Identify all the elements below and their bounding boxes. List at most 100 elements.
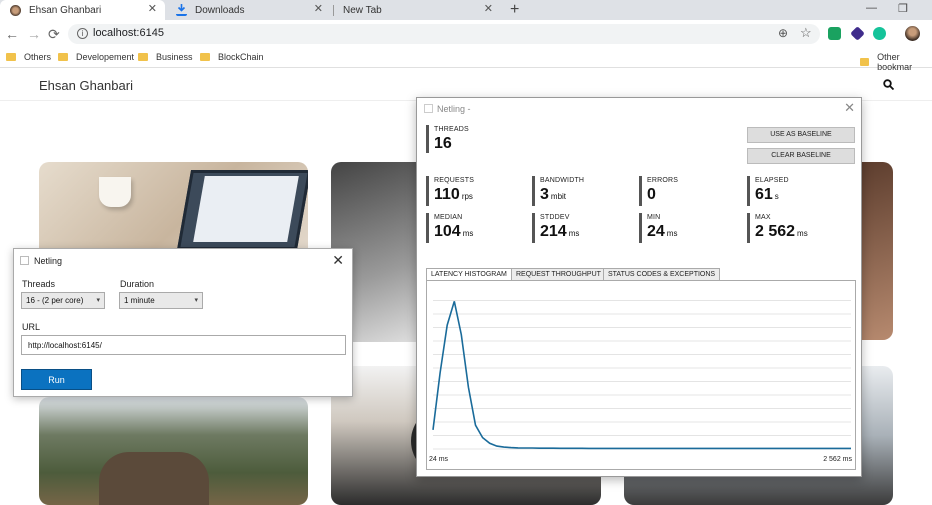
folder-icon <box>138 53 148 61</box>
forward-arrow-icon[interactable]: → <box>27 26 41 42</box>
stat-unit: ms <box>568 229 580 238</box>
stat-value: 0 <box>647 186 656 203</box>
search-icon[interactable] <box>883 79 895 93</box>
laptop-screen-shape <box>193 176 299 242</box>
cup-shape <box>99 177 131 207</box>
bookmark-business[interactable]: Business <box>138 52 193 62</box>
tab-new-tab[interactable]: New Tab ✕ <box>333 0 501 20</box>
bookmark-others[interactable]: Others <box>6 52 51 62</box>
stat-label: BANDWIDTH <box>540 177 585 184</box>
stat-label: MEDIAN <box>434 214 463 221</box>
stat-unit: ms <box>666 229 678 238</box>
stat-stddev: STDDEV 214 ms <box>532 213 579 243</box>
latency-series-line <box>432 301 851 450</box>
stat-label: MIN <box>647 214 661 221</box>
stat-unit: s <box>774 192 779 201</box>
stat-bandwidth: BANDWIDTH 3 mbit <box>532 176 584 206</box>
url-label: URL <box>22 322 41 332</box>
tab-title: Downloads <box>195 4 245 16</box>
stat-max: MAX 2 562 ms <box>747 213 808 243</box>
folder-icon <box>860 58 870 66</box>
folder-icon <box>6 53 16 61</box>
stat-errors: ERRORS 0 <box>639 176 678 206</box>
stat-unit: rps <box>461 192 473 201</box>
stat-unit: mbit <box>550 192 567 201</box>
bookmark-label: Business <box>156 52 193 62</box>
netling-app-icon <box>424 104 433 113</box>
dialog-title: Netling <box>34 256 63 266</box>
duration-select[interactable]: 1 minute ▾ <box>119 292 203 309</box>
url-input[interactable]: http://localhost:6145/ <box>21 335 346 355</box>
bookmark-developement[interactable]: Developement <box>58 52 134 62</box>
reload-icon[interactable]: ⟳ <box>48 26 60 42</box>
tab-strip: Ehsan Ghanbari ✕ Downloads ✕ New Tab ✕ +… <box>0 0 932 20</box>
site-title[interactable]: Ehsan Ghanbari <box>39 78 133 93</box>
tab-ehsan-ghanbari[interactable]: Ehsan Ghanbari ✕ <box>0 0 165 20</box>
x-min-label: 24 ms <box>429 456 449 463</box>
stat-value: 3 <box>540 186 549 203</box>
tab-title: Ehsan Ghanbari <box>29 4 102 16</box>
x-max-label: 2 562 ms <box>823 456 852 463</box>
duration-label: Duration <box>120 279 155 289</box>
clear-baseline-button[interactable]: CLEAR BASELINE <box>747 148 855 164</box>
stat-threads: THREADS 16 <box>426 125 469 153</box>
run-button[interactable]: Run <box>21 369 92 390</box>
stat-label: ERRORS <box>647 177 679 184</box>
close-tab-icon[interactable]: ✕ <box>484 4 493 15</box>
bookmark-label: Developement <box>76 52 135 62</box>
download-icon <box>176 3 187 16</box>
results-title: Netling - <box>437 104 471 114</box>
stat-unit: ms <box>462 229 474 238</box>
threads-select-value: 16 - (2 per core) <box>26 296 84 305</box>
stat-value: 61 <box>755 186 773 203</box>
stat-value: 2 562 <box>755 223 796 240</box>
bookmark-blockchain[interactable]: BlockChain <box>200 52 264 62</box>
site-favicon-icon <box>10 4 21 16</box>
use-as-baseline-button[interactable]: USE AS BASELINE <box>747 127 855 143</box>
stat-label: MAX <box>755 214 771 221</box>
zoom-icon[interactable]: ⊕ <box>778 26 788 40</box>
bookmark-label: Others <box>24 52 52 62</box>
netling-results-window: Netling - ✕ THREADS 16 USE AS BASELINE C… <box>416 97 862 477</box>
boots-shape <box>99 452 209 505</box>
tab-title: New Tab <box>343 4 382 16</box>
tab-downloads[interactable]: Downloads ✕ <box>166 0 331 20</box>
stat-label: REQUESTS <box>434 177 475 184</box>
stat-value: 214 <box>540 223 567 240</box>
latency-histogram-chart: 24 ms 2 562 ms <box>426 280 856 470</box>
close-icon[interactable]: ✕ <box>332 252 344 269</box>
close-tab-icon[interactable]: ✕ <box>148 4 157 15</box>
stat-min: MIN 24 ms <box>639 213 677 243</box>
grammarly-icon[interactable] <box>873 27 886 40</box>
stat-median: MEDIAN 104 ms <box>426 213 473 243</box>
minimize-icon[interactable]: — <box>866 2 877 14</box>
back-arrow-icon[interactable]: ← <box>5 26 19 42</box>
netling-app-icon <box>20 256 29 265</box>
netling-dialog: Netling ✕ Threads 16 - (2 per core) ▾ Du… <box>13 248 353 397</box>
bookmarks-bar: Others Developement Business BlockChain … <box>0 48 932 72</box>
threads-label: Threads <box>22 279 56 289</box>
histogram-svg <box>432 300 851 450</box>
bookmark-label: BlockChain <box>218 52 264 62</box>
close-tab-icon[interactable]: ✕ <box>314 4 323 15</box>
new-tab-button[interactable]: + <box>510 1 519 19</box>
close-icon[interactable]: ✕ <box>844 100 855 116</box>
address-bar-url[interactable]: localhost:6145 <box>93 27 164 39</box>
bookmark-star-icon[interactable]: ☆ <box>800 25 812 41</box>
extension-green-icon[interactable] <box>828 27 841 40</box>
profile-avatar[interactable] <box>905 26 920 41</box>
threads-select[interactable]: 16 - (2 per core) ▾ <box>21 292 105 309</box>
folder-icon <box>58 53 68 61</box>
restore-icon[interactable]: ❐ <box>898 2 908 15</box>
stat-label: ELAPSED <box>755 177 789 184</box>
folder-icon <box>200 53 210 61</box>
stat-elapsed: ELAPSED 61 s <box>747 176 789 206</box>
info-icon[interactable]: i <box>77 28 88 39</box>
stat-label: STDDEV <box>540 214 570 221</box>
duration-select-value: 1 minute <box>124 296 155 305</box>
address-bar[interactable] <box>68 24 820 44</box>
stat-value: 104 <box>434 223 461 240</box>
post-image-mountains[interactable] <box>39 397 308 505</box>
stat-value: 16 <box>434 135 452 152</box>
stat-unit: ms <box>797 229 808 238</box>
